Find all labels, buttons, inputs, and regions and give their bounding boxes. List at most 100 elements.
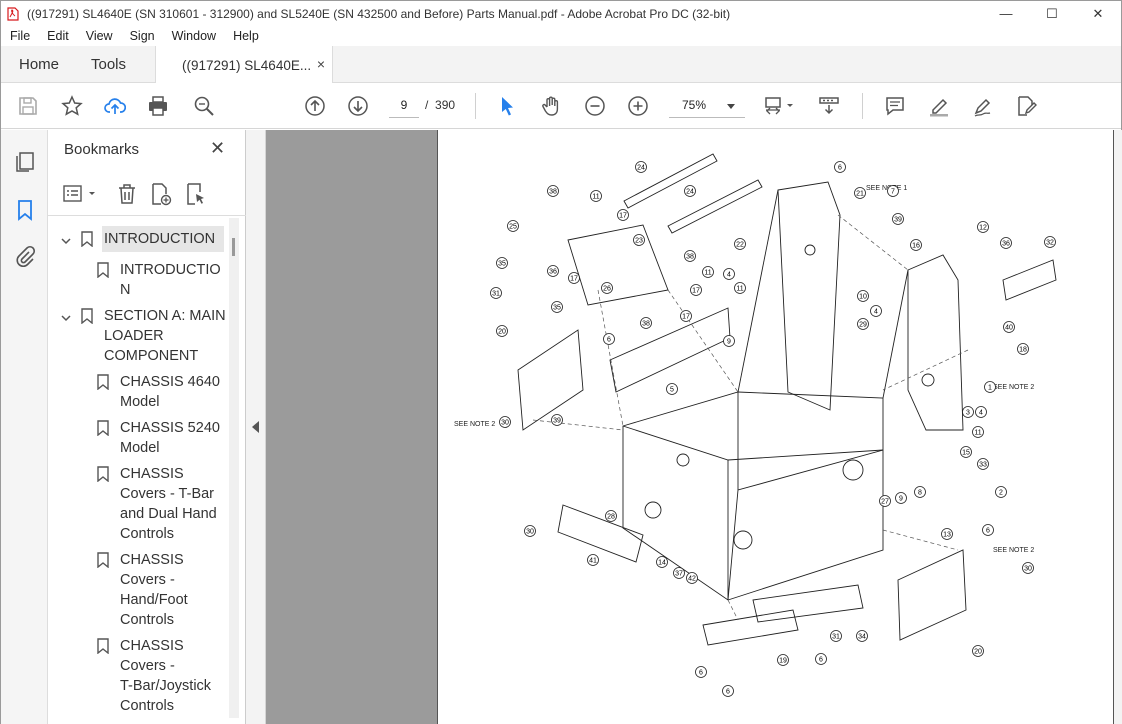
callout-label: 24 (686, 189, 694, 196)
callout-label: 38 (549, 189, 557, 196)
callout-label: 11 (736, 286, 743, 293)
cloud-upload-icon[interactable] (102, 93, 128, 119)
next-page-icon[interactable] (345, 93, 371, 119)
acrobat-app-icon (7, 6, 19, 21)
callout-label: 17 (682, 314, 690, 321)
edit-document-icon[interactable] (1013, 93, 1039, 119)
zoom-out-icon[interactable] (582, 93, 608, 119)
zoom-search-icon[interactable] (191, 93, 217, 119)
select-cursor-icon[interactable] (494, 93, 520, 119)
bookmark-label-line: and Dual Hand (120, 506, 217, 522)
chevron-down-icon[interactable] (60, 233, 72, 245)
callout-label: 27 (881, 499, 889, 506)
zoom-in-icon[interactable] (625, 93, 651, 119)
bookmark-item-introduction[interactable]: INTRODUCTION (48, 226, 228, 252)
bookmark-panel-icon[interactable] (13, 198, 37, 222)
diagram-note: SEE NOTE 2 (454, 421, 495, 428)
chevron-down-icon[interactable] (60, 310, 72, 322)
bookmark-label-line: N (120, 282, 131, 298)
menu-file[interactable]: File (1, 29, 38, 43)
callout-label: 3 (966, 410, 970, 417)
callout-label: 39 (894, 217, 902, 224)
callout-label: 11 (704, 270, 711, 277)
draw-sign-icon[interactable] (970, 93, 996, 119)
tab-tools[interactable]: Tools (91, 46, 126, 83)
close-window-button[interactable]: ✕ (1075, 1, 1121, 26)
callout-label: 7 (891, 189, 895, 196)
new-bookmark-icon[interactable] (147, 181, 173, 207)
delete-bookmark-icon[interactable] (114, 181, 140, 207)
callout-label: 22 (736, 242, 744, 249)
callout-label: 5 (670, 387, 674, 394)
callout-label: 26 (603, 286, 611, 293)
part-callouts: 2424621 73811173922 161236 3225233835361711… (490, 161, 1056, 697)
callout-label: 13 (943, 532, 951, 539)
bookmark-search-icon[interactable] (182, 181, 208, 207)
hand-tool-icon[interactable] (538, 93, 564, 119)
zoom-level-dropdown[interactable]: 75% (669, 93, 745, 118)
parts-exploded-diagram: SEE NOTE 1 SEE NOTE 2 SEE NOTE 2 SEE NOT… (454, 153, 1057, 697)
bookmark-icon (97, 552, 109, 569)
menu-window[interactable]: Window (163, 29, 224, 43)
document-scrollbar[interactable] (1114, 130, 1122, 724)
print-icon[interactable] (145, 93, 171, 119)
callout-label: 6 (986, 528, 990, 535)
callout-label: 32 (1046, 240, 1054, 247)
bookmark-label-line: COMPONENT (104, 348, 199, 364)
scroll-mode-icon[interactable] (816, 93, 842, 119)
bookmark-label: CHASSIS Covers - Hand/Foot Controls (120, 550, 188, 630)
bookmark-label: CHASSIS 5240 Model (120, 418, 220, 458)
panel-splitter[interactable] (246, 130, 266, 724)
page-fit-icon[interactable] (761, 93, 797, 119)
callout-label: 4 (727, 272, 731, 279)
callout-label: 11 (974, 430, 981, 437)
callout-label: 28 (607, 514, 615, 521)
comment-icon[interactable] (882, 93, 908, 119)
tab-document-label: ((917291) SL4640E... (182, 57, 312, 73)
callout-label: 40 (1005, 325, 1013, 332)
tab-document[interactable]: ((917291) SL4640E... × (155, 46, 333, 84)
close-panel-button[interactable]: ✕ (210, 138, 225, 159)
menu-view[interactable]: View (77, 29, 121, 43)
callout-label: 30 (501, 420, 509, 427)
options-menu-icon[interactable] (62, 181, 102, 207)
scrollbar-thumb[interactable] (232, 238, 235, 256)
bookmark-label-line: CHASSIS 4640 (120, 374, 220, 390)
menu-sign[interactable]: Sign (121, 29, 163, 43)
collapse-panel-icon[interactable] (252, 421, 259, 433)
callout-label: 9 (727, 339, 731, 346)
page-total: / 390 (425, 98, 455, 112)
bookmark-label: INTRODUCTIO N (120, 260, 221, 300)
bookmark-label: CHASSIS Covers - T-Bar and Dual Hand Contro… (120, 464, 217, 544)
bookmarks-scrollbar[interactable] (229, 218, 239, 718)
callout-label: 12 (979, 225, 987, 232)
callout-label: 2 (999, 490, 1003, 497)
callout-label: 39 (553, 418, 561, 425)
callout-label: 4 (874, 309, 878, 316)
save-icon[interactable] (15, 93, 41, 119)
chevron-down-icon (727, 104, 735, 109)
maximize-button[interactable]: ☐ (1029, 1, 1075, 26)
menu-help[interactable]: Help (224, 29, 267, 43)
bookmark-label: SECTION A: MAIN LOADER COMPONENT (104, 306, 226, 366)
bookmark-icon (97, 466, 109, 483)
highlight-pen-icon[interactable] (926, 93, 952, 119)
page-thumbnails-icon[interactable] (13, 150, 37, 174)
bookmark-tree: INTRODUCTION INTRODUCTIO N SECTION A: MAI… (48, 222, 228, 724)
bookmark-icon (97, 262, 109, 279)
callout-label: 11 (592, 194, 599, 201)
star-icon[interactable] (59, 93, 85, 119)
attachments-icon[interactable] (13, 244, 37, 268)
toolbar-divider (475, 93, 476, 119)
menu-edit[interactable]: Edit (38, 29, 77, 43)
previous-page-icon[interactable] (302, 93, 328, 119)
page-number-input[interactable]: 9 (389, 93, 419, 118)
tab-close-button[interactable]: × (317, 56, 325, 72)
bookmark-label-line: CHASSIS 5240 (120, 420, 220, 436)
minimize-button[interactable]: — (983, 1, 1029, 26)
callout-label: 6 (607, 337, 611, 344)
tab-home[interactable]: Home (19, 46, 59, 83)
diagram-note: SEE NOTE 1 (866, 185, 907, 192)
total-pages: 390 (435, 98, 456, 112)
bookmark-icon (81, 231, 93, 248)
